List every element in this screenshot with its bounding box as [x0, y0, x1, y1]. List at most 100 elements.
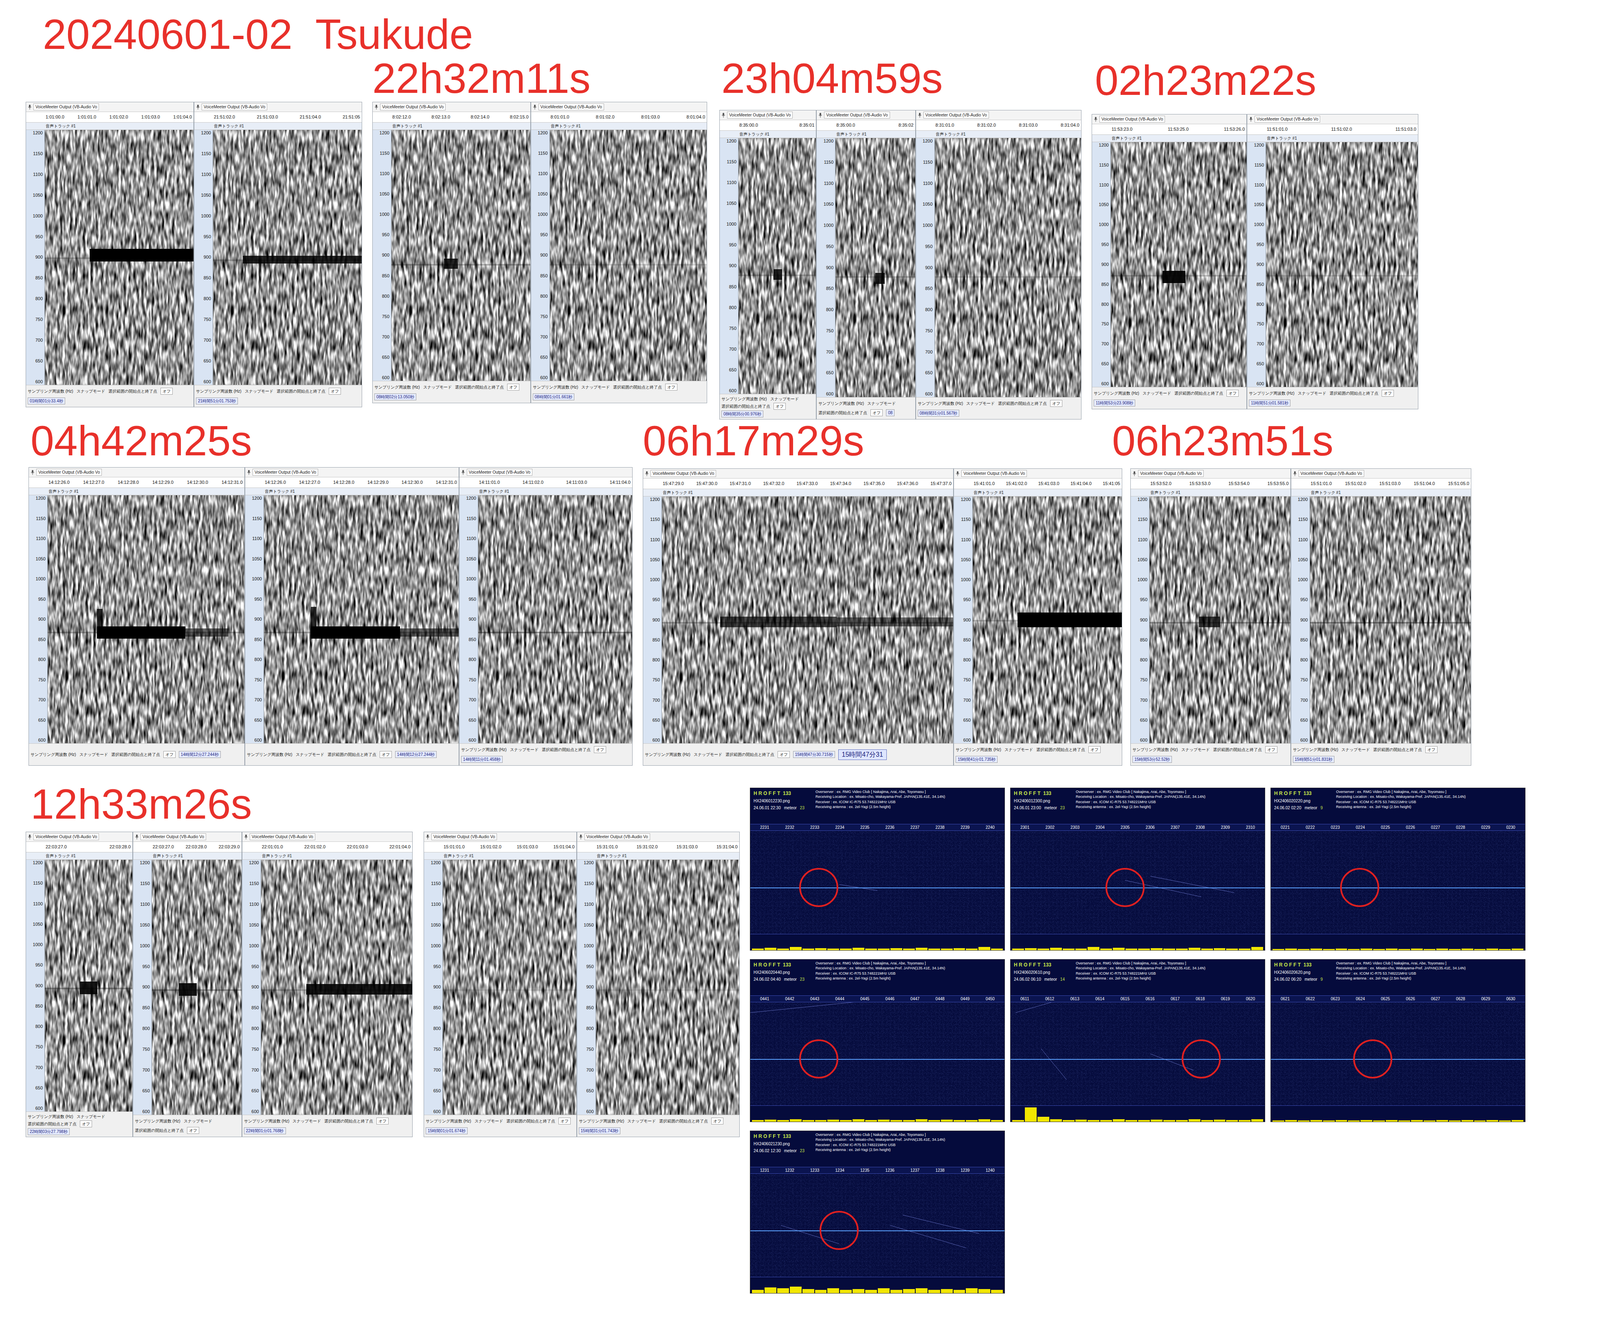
device-select[interactable]: VoiceMeeter Output (VB-Audio Vo [201, 103, 268, 111]
device-select[interactable]: VoiceMeeter Output (VB-Audio Vo [466, 468, 533, 476]
device-select[interactable]: VoiceMeeter Output (VB-Audio Vo [584, 833, 651, 841]
spectrogram[interactable] [549, 129, 707, 381]
device-select[interactable]: VoiceMeeter Output (VB-Audio Vo [140, 833, 207, 841]
time-ruler[interactable]: 11:53:23.011:53:25.011:53:26.0 [1092, 124, 1247, 135]
time-ruler[interactable]: 15:47:29.015:47:30.015:47:31.015:47:32.0… [643, 478, 954, 490]
device-select[interactable]: VoiceMeeter Output (VB-Audio Vo [538, 103, 605, 111]
selection-start[interactable]: 15時間53分52.52秒 [1132, 756, 1172, 763]
snap-select[interactable]: オフ [1265, 746, 1278, 754]
time-ruler[interactable]: 15:41:01.015:41:02.015:41:03.015:41:04.0… [953, 478, 1122, 490]
device-select[interactable]: VoiceMeeter Output (VB-Audio Vo [380, 103, 446, 111]
selection-start[interactable]: 14時間11分01.458秒 [461, 756, 503, 763]
spectrogram[interactable] [442, 859, 577, 1115]
selection-start[interactable]: 08時間35分00.976秒 [721, 410, 764, 418]
time-ruler[interactable]: 14:12:26.014:12:27.014:12:28.014:12:29.0… [28, 477, 245, 488]
spectrogram[interactable] [738, 138, 816, 394]
time-ruler[interactable]: 1:01:00.01:01:01.01:01:02.01:01:03.01:01… [26, 112, 194, 123]
spectrogram[interactable] [1265, 142, 1418, 387]
device-select[interactable]: VoiceMeeter Output (VB-Audio Vo [727, 111, 793, 119]
snap-select[interactable]: オフ [1381, 389, 1394, 397]
device-select[interactable]: VoiceMeeter Output (VB-Audio Vo [824, 111, 890, 119]
snap-select[interactable]: オフ [665, 383, 678, 391]
device-select[interactable]: VoiceMeeter Output (VB-Audio Vo [923, 111, 990, 119]
spectrogram[interactable] [1110, 142, 1247, 387]
spectrogram[interactable] [1149, 496, 1291, 744]
snap-select[interactable]: オフ [163, 751, 176, 759]
device-select[interactable]: VoiceMeeter Output (VB-Audio Vo [650, 470, 717, 477]
spectrogram[interactable] [391, 129, 531, 381]
spectrogram[interactable] [934, 138, 1082, 398]
snap-select[interactable]: オフ [379, 751, 392, 759]
time-ruler[interactable]: 14:12:26.014:12:27.014:12:28.014:12:29.0… [245, 477, 459, 488]
snap-select[interactable]: オフ [376, 1117, 389, 1125]
selection-start[interactable]: 22時間03分27.798秒 [27, 1128, 70, 1136]
time-ruler[interactable]: 15:53:52.015:53:53.015:53:54.015:53:55.0 [1130, 478, 1291, 490]
selection-start[interactable]: 22時間01分01.768秒 [243, 1127, 286, 1135]
snap-select[interactable]: オフ [1226, 389, 1239, 397]
device-select[interactable]: VoiceMeeter Output (VB-Audio Vo [33, 833, 99, 841]
spectrogram[interactable] [263, 495, 459, 744]
device-select[interactable]: VoiceMeeter Output (VB-Audio Vo [1254, 115, 1321, 123]
selection-start[interactable]: 08時間31分01.567秒 [917, 409, 960, 417]
snap-select[interactable]: オフ [160, 387, 173, 395]
time-ruler[interactable]: 8:01:01.08:01:02.08:01:03.08:01:04.0 [531, 112, 707, 123]
spectrogram[interactable] [478, 495, 633, 744]
selection-start[interactable]: 11時間53分23.908秒 [1093, 399, 1136, 407]
time-ruler[interactable]: 21:51:02.021:51:03.021:51:04.021:51:05 [194, 112, 362, 123]
time-ruler[interactable]: 22:03:27.022:03:28.0 [26, 841, 133, 853]
selection-start[interactable]: 11時間51分01.581秒 [1248, 399, 1291, 407]
spectrogram[interactable] [1309, 496, 1471, 744]
selection-start[interactable]: 15時間47分30.715秒 [793, 751, 836, 759]
device-select[interactable]: VoiceMeeter Output (VB-Audio Vo [36, 468, 102, 476]
spectrogram[interactable] [47, 495, 245, 744]
snap-select[interactable]: オフ [1425, 746, 1438, 754]
time-ruler[interactable]: 15:51:01.015:51:02.015:51:03.015:51:04.0… [1291, 478, 1471, 490]
spectrogram[interactable] [151, 859, 242, 1115]
spectrogram[interactable] [972, 496, 1122, 744]
time-ruler[interactable]: 8:35:00.08:35:02 [816, 120, 915, 131]
time-ruler[interactable]: 22:01:01.022:01:02.022:01:03.022:01:04.0 [242, 841, 413, 853]
time-ruler[interactable]: 14:11:01.014:11:02.014:11:03.014:11:04.0 [459, 477, 633, 488]
snap-select[interactable]: オフ [1088, 746, 1101, 754]
time-ruler[interactable]: 8:35:00.08:35:01 [719, 120, 816, 131]
selection-start[interactable]: 21時間51分01.753秒 [195, 397, 238, 405]
time-ruler[interactable]: 11:51:01.011:51:02.011:51:03.0 [1247, 124, 1418, 135]
selection-start[interactable]: 08時間01分01.661秒 [532, 393, 575, 401]
snap-select[interactable]: オフ [507, 383, 520, 391]
device-select[interactable]: VoiceMeeter Output (VB-Audio Vo [33, 103, 99, 111]
time-ruler[interactable]: 15:01:01.015:01:02.015:01:03.015:01:04.0 [424, 841, 577, 853]
device-select[interactable]: VoiceMeeter Output (VB-Audio Vo [249, 833, 316, 841]
selection-start[interactable]: 08時間02分13.050秒 [374, 393, 417, 401]
spectrogram[interactable] [835, 138, 915, 398]
selection-start[interactable]: 15時間31分01.743秒 [578, 1127, 621, 1135]
selection-start[interactable]: 15時間01分01.674秒 [425, 1127, 468, 1135]
spectrogram[interactable] [595, 859, 740, 1115]
spectrogram[interactable] [44, 129, 194, 385]
selection-start[interactable]: 15時間41分01.735秒 [955, 756, 998, 763]
snap-select[interactable]: オフ [773, 402, 786, 410]
time-ruler[interactable]: 15:31:01.015:31:02.015:31:03.015:31:04.0 [577, 841, 740, 853]
selection-start[interactable]: 15時間51分01.831秒 [1292, 756, 1335, 763]
selection-start[interactable]: 08 [885, 409, 895, 417]
selection-start[interactable]: 14時間12分27.244秒 [178, 751, 221, 759]
snap-select[interactable]: オフ [1050, 400, 1063, 407]
spectrogram[interactable] [261, 859, 413, 1115]
snap-select[interactable]: オフ [777, 751, 790, 759]
snap-select[interactable]: オフ [79, 1120, 93, 1128]
snap-select[interactable]: オフ [558, 1117, 571, 1125]
spectrogram[interactable] [44, 859, 133, 1112]
time-ruler[interactable]: 22:03:27.022:03:28.022:03:29.0 [133, 841, 242, 853]
spectrogram[interactable] [661, 496, 954, 744]
device-select[interactable]: VoiceMeeter Output (VB-Audio Vo [1138, 470, 1204, 477]
time-ruler[interactable]: 8:31:01.08:31:02.08:31:03.08:31:04.0 [916, 120, 1082, 131]
selection-start[interactable]: 01時間01分33.4秒 [27, 397, 66, 405]
device-select[interactable]: VoiceMeeter Output (VB-Audio Vo [961, 470, 1027, 477]
device-select[interactable]: VoiceMeeter Output (VB-Audio Vo [1298, 470, 1365, 477]
device-select[interactable]: VoiceMeeter Output (VB-Audio Vo [1099, 115, 1165, 123]
device-select[interactable]: VoiceMeeter Output (VB-Audio Vo [252, 468, 319, 476]
snap-select[interactable]: オフ [593, 746, 607, 754]
snap-select[interactable]: オフ [711, 1117, 724, 1125]
spectrogram[interactable] [213, 129, 362, 385]
selection-start[interactable]: 14時間12分27.244秒 [395, 751, 438, 759]
time-ruler[interactable]: 8:02:12.08:02:13.08:02:14.08:02:15.0 [372, 112, 531, 123]
